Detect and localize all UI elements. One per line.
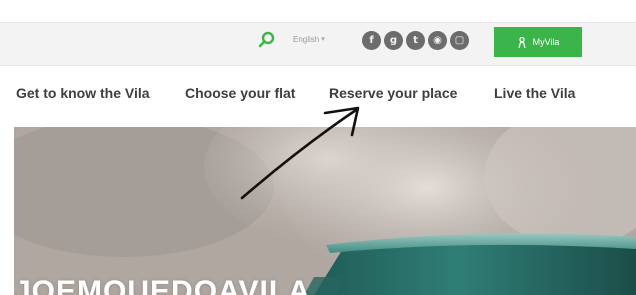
nav-item-choose-flat[interactable]: Choose your flat [185,82,295,104]
search-icon[interactable] [258,31,276,49]
user-icon [517,36,526,48]
language-select[interactable]: English ▾ [293,33,325,47]
myvila-button[interactable]: MyVila [494,27,582,57]
chevron-down-icon: ▾ [321,36,325,43]
facebook-icon[interactable]: f [362,31,381,50]
googleplus-icon[interactable]: g [384,31,403,50]
nav-item-live-the-vila[interactable]: Live the Vila [494,82,575,104]
hero-image [14,127,636,295]
nav-item-reserve[interactable]: Reserve your place [329,82,457,104]
top-strip [0,0,636,10]
language-label: English [293,35,320,44]
instagram-icon[interactable]: ▢ [450,31,469,50]
social-links: f g t ◉ ▢ [362,31,469,50]
nav-item-get-to-know[interactable]: Get to know the Vila [16,82,150,104]
page: English ▾ f g t ◉ ▢ MyVila Get to know t… [0,0,636,295]
twitter-icon[interactable]: t [406,31,425,50]
foursquare-icon[interactable]: ◉ [428,31,447,50]
hero-title[interactable]: JOEMQUEDOAVILA [14,275,311,295]
myvila-label: MyVila [532,37,560,47]
hero-banner: JOEMQUEDOAVILA [14,127,636,295]
